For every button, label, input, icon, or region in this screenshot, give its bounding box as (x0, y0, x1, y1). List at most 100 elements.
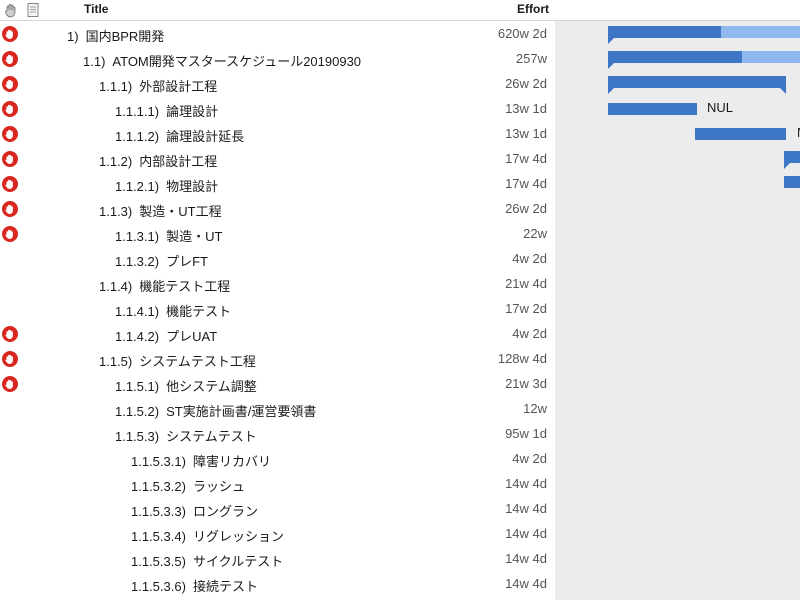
task-title[interactable]: 1.1.4.1) 機能テスト (115, 301, 231, 320)
task-title[interactable]: 1.1.5.1) 他システム調整 (115, 376, 257, 395)
task-name: 他システム調整 (166, 379, 257, 394)
gantt-task-bar[interactable] (784, 176, 800, 188)
task-row[interactable]: 1.1.5.1) 他システム調整 21w 3d (0, 371, 800, 396)
document-icon[interactable] (25, 2, 41, 18)
task-effort: 17w 4d (505, 151, 547, 166)
task-effort: 14w 4d (505, 576, 547, 591)
task-number: 1.1.3) (99, 204, 133, 219)
hand-icon[interactable] (3, 2, 19, 18)
task-row[interactable]: 1.1.5.2) ST実施計画書/運営要領書 12w (0, 396, 800, 421)
task-title[interactable]: 1.1.5.3.6) 接続テスト (131, 576, 258, 595)
task-row[interactable]: 1.1.4.1) 機能テスト 17w 2d (0, 296, 800, 321)
task-row[interactable]: 1) 国内BPR開発 620w 2d (0, 21, 800, 46)
gantt-task-bar[interactable] (695, 128, 786, 140)
task-effort: 26w 2d (505, 76, 547, 91)
stop-hand-icon[interactable] (1, 350, 19, 368)
gantt-remaining-fill (721, 26, 800, 38)
stop-hand-icon[interactable] (1, 375, 19, 393)
task-row[interactable]: 1.1.1.2)論理設計延長13w 1dN (0, 121, 800, 146)
stop-hand-icon[interactable] (1, 25, 19, 43)
task-row[interactable]: 1.1.5.3.3) ロングラン 14w 4d (0, 496, 800, 521)
task-title[interactable]: 1.1.1.2) 論理設計延長 (115, 126, 244, 145)
gantt-progress-fill (608, 26, 722, 38)
stop-hand-icon[interactable] (1, 225, 19, 243)
task-row[interactable]: 1.1.5.3.6) 接続テスト 14w 4d (0, 571, 800, 596)
stop-hand-icon[interactable] (1, 100, 19, 118)
task-number: 1.1.4) (99, 279, 133, 294)
task-row[interactable]: 1.1.3) 製造・UT工程 26w 2d (0, 196, 800, 221)
task-effort: 4w 2d (512, 251, 547, 266)
task-title[interactable]: 1.1.4.2) プレUAT (115, 326, 217, 345)
task-row[interactable]: 1.1.1) 外部設計工程 26w 2d (0, 71, 800, 96)
task-title[interactable]: 1.1.5.3.4) リグレッション (131, 526, 284, 545)
task-row[interactable]: 1.1.5.3.2) ラッシュ 14w 4d (0, 471, 800, 496)
task-name: 製造・UT (166, 229, 223, 244)
task-title[interactable]: 1.1.2) 内部設計工程 (99, 151, 217, 170)
stop-hand-icon[interactable] (1, 150, 19, 168)
gantt-bracket-left (608, 38, 614, 44)
gantt-progress-fill (784, 151, 800, 163)
task-title[interactable]: 1.1.1) 外部設計工程 (99, 76, 217, 95)
task-number: 1.1.4.2) (115, 329, 160, 344)
task-name: ロングラン (192, 504, 258, 519)
task-row[interactable]: 1.1.5.3.4) リグレッション 14w 4d (0, 521, 800, 546)
gantt-bracket-left (608, 88, 614, 94)
task-title[interactable]: 1.1.3.1) 製造・UT (115, 226, 222, 245)
stop-hand-icon[interactable] (1, 50, 19, 68)
stop-hand-icon[interactable] (1, 325, 19, 343)
task-title[interactable]: 1.1.5.2) ST実施計画書/運営要領書 (115, 401, 316, 420)
task-title[interactable]: 1.1.3.2) プレFT (115, 251, 208, 270)
task-row[interactable]: 1.1.3.1) 製造・UT 22w (0, 221, 800, 246)
task-number: 1.1.5.2) (115, 404, 160, 419)
task-number: 1.1.2) (99, 154, 133, 169)
task-number: 1.1.4.1) (115, 304, 160, 319)
title-column-header[interactable]: Title (84, 2, 108, 16)
task-row[interactable]: 1.1.5.3) システムテスト 95w 1d (0, 421, 800, 446)
task-number: 1.1.5.3) (115, 429, 160, 444)
task-row[interactable]: 1.1.2.1) 物理設計 17w 4d (0, 171, 800, 196)
task-row[interactable]: 1.1.4.2) プレUAT 4w 2d (0, 321, 800, 346)
task-name: 論理設計 (166, 104, 219, 119)
stop-hand-icon[interactable] (1, 175, 19, 193)
task-number: 1.1.1.2) (115, 129, 160, 144)
task-number: 1.1.5.3.1) (131, 454, 186, 469)
task-title[interactable]: 1.1.5) システムテスト工程 (99, 351, 256, 370)
task-effort: 17w 2d (505, 301, 547, 316)
gantt-summary-bar[interactable] (784, 151, 800, 169)
task-title[interactable]: 1) 国内BPR開発 (67, 26, 164, 45)
task-effort: 21w 3d (505, 376, 547, 391)
gantt-task-bar[interactable] (608, 103, 697, 115)
task-title[interactable]: 1.1.5.3.2) ラッシュ (131, 476, 245, 495)
task-row[interactable]: 1.1.1.1) 論理設計 13w 1d NUL (0, 96, 800, 121)
stop-hand-icon[interactable] (1, 75, 19, 93)
gantt-progress-fill (608, 51, 743, 63)
task-title[interactable]: 1.1.4) 機能テスト工程 (99, 276, 230, 295)
task-title[interactable]: 1.1.5.3.3) ロングラン (131, 501, 258, 520)
gantt-summary-bar[interactable] (608, 76, 786, 94)
task-effort: 128w 4d (497, 351, 547, 366)
task-effort: 12w (523, 401, 547, 416)
stop-hand-icon[interactable] (1, 200, 19, 218)
task-title[interactable]: 1.1.1.1) 論理設計 (115, 101, 218, 120)
task-row[interactable]: 1.1.5.3.5) サイクルテスト 14w 4d (0, 546, 800, 571)
gantt-summary-bar[interactable] (608, 26, 800, 44)
task-row[interactable]: 1.1.3.2) プレFT 4w 2d (0, 246, 800, 271)
task-row[interactable]: 1.1.5) システムテスト工程 128w 4d (0, 346, 800, 371)
effort-column-header[interactable]: Effort (517, 2, 549, 16)
task-title[interactable]: 1.1.2.1) 物理設計 (115, 176, 218, 195)
task-row[interactable]: 1.1) ATOM開発マスタースケジュール20190930 257w (0, 46, 800, 71)
task-title[interactable]: 1.1.3) 製造・UT工程 (99, 201, 222, 220)
task-row[interactable]: 1.1.5.3.1) 障害リカバリ 4w 2d (0, 446, 800, 471)
gantt-summary-bar[interactable] (608, 51, 800, 69)
stop-hand-icon[interactable] (1, 125, 19, 143)
task-title[interactable]: 1.1.5.3.5) サイクルテスト (131, 551, 283, 570)
task-effort: 14w 4d (505, 476, 547, 491)
task-effort: 620w 2d (497, 26, 547, 41)
task-row[interactable]: 1.1.2) 内部設計工程 17w 4d (0, 146, 800, 171)
task-number: 1) (67, 29, 79, 44)
task-title[interactable]: 1.1.5.3) システムテスト (115, 426, 257, 445)
task-title[interactable]: 1.1) ATOM開発マスタースケジュール20190930 (83, 51, 361, 70)
task-row[interactable]: 1.1.4) 機能テスト工程 21w 4d (0, 271, 800, 296)
task-effort: 17w 4d (505, 176, 547, 191)
task-title[interactable]: 1.1.5.3.1) 障害リカバリ (131, 451, 271, 470)
